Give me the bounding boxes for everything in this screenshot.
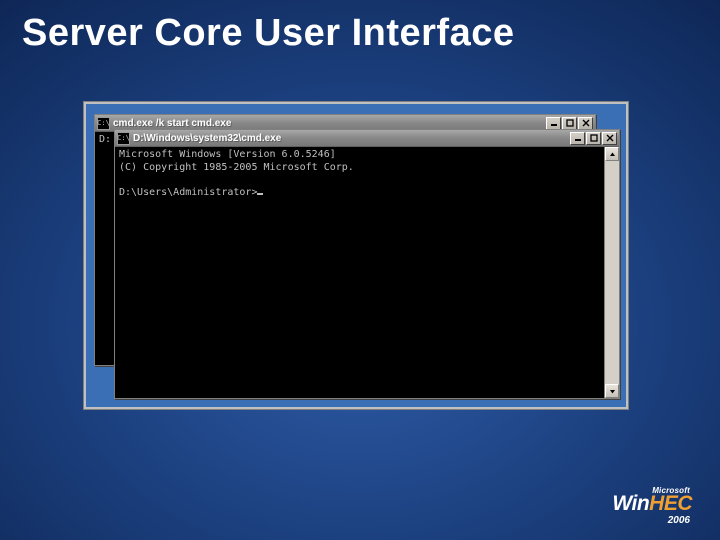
terminal-output[interactable]: Microsoft Windows [Version 6.0.5246] (C)… [115, 147, 619, 201]
close-icon [606, 134, 614, 142]
titlebar[interactable]: C:\ D:\Windows\system32\cmd.exe [115, 130, 619, 147]
terminal-line: D: [99, 134, 111, 145]
minimize-button[interactable] [570, 132, 585, 145]
maximize-icon [590, 134, 598, 142]
cmd-icon: C:\ [97, 117, 110, 130]
brand-prefix: Win [612, 492, 649, 515]
maximize-button[interactable] [562, 117, 577, 130]
close-button[interactable] [578, 117, 593, 130]
window-controls [546, 117, 593, 130]
brand-year: 2006 [668, 515, 690, 526]
desktop-area: C:\ cmd.exe /k start cmd.exe D: C:\ D:\W… [84, 102, 628, 409]
scroll-up-button[interactable] [605, 147, 619, 161]
maximize-button[interactable] [586, 132, 601, 145]
window-title: D:\Windows\system32\cmd.exe [133, 133, 570, 144]
cmd-window-front[interactable]: C:\ D:\Windows\system32\cmd.exe Microsof… [114, 129, 620, 399]
terminal-line: (C) Copyright 1985-2005 Microsoft Corp. [119, 162, 354, 173]
window-title: cmd.exe /k start cmd.exe [113, 118, 546, 129]
minimize-icon [550, 119, 558, 127]
cursor-icon [257, 193, 263, 195]
vertical-scrollbar[interactable] [604, 147, 619, 398]
branding-logo: Microsoft WinHEC 2006 [612, 486, 692, 526]
slide-title: Server Core User Interface [0, 0, 720, 55]
cmd-icon: C:\ [117, 132, 130, 145]
chevron-down-icon [609, 388, 616, 395]
brand-accent: HEC [649, 492, 692, 515]
window-controls [570, 132, 617, 145]
minimize-icon [574, 134, 582, 142]
brand-product: WinHEC [612, 493, 692, 514]
close-button[interactable] [602, 132, 617, 145]
scroll-down-button[interactable] [605, 384, 619, 398]
close-icon [582, 119, 590, 127]
maximize-icon [566, 119, 574, 127]
terminal-line: Microsoft Windows [Version 6.0.5246] [119, 149, 336, 160]
chevron-up-icon [609, 151, 616, 158]
terminal-prompt: D:\Users\Administrator> [119, 187, 257, 198]
minimize-button[interactable] [546, 117, 561, 130]
